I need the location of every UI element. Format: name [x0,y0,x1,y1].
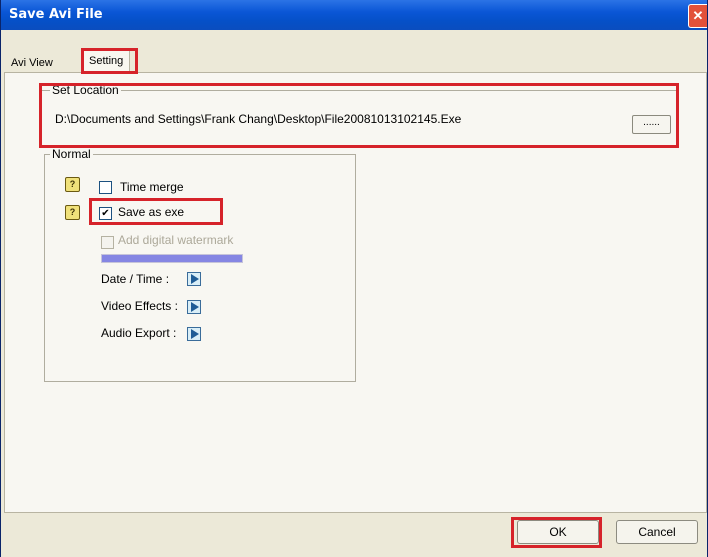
play-arrow-icon [191,329,199,339]
play-arrow-icon [191,274,199,284]
help-icon[interactable]: ? [65,177,80,192]
audio-export-expand-button[interactable] [187,327,201,341]
tab-avi-view[interactable]: Avi View [5,55,59,73]
time-merge-label: Time merge [120,180,184,194]
watermark-label: Add digital watermark [118,233,234,247]
tab-setting[interactable]: Setting [82,50,131,73]
set-location-label: Set Location [50,83,121,97]
play-arrow-icon [191,302,199,312]
save-as-exe-label: Save as exe [118,205,185,219]
cancel-button[interactable]: Cancel [616,520,698,544]
watermark-progress-bar [101,254,243,263]
title-bar[interactable]: Save Avi File ✕ [1,0,707,30]
close-button[interactable]: ✕ [688,4,707,28]
ok-button[interactable]: OK [517,520,599,544]
save-as-exe-checkbox[interactable]: ✔ [99,207,112,220]
video-effects-expand-button[interactable] [187,300,201,314]
save-path-text: D:\Documents and Settings\Frank Chang\De… [55,112,462,126]
audio-export-label: Audio Export : [101,326,177,340]
normal-group [44,154,356,382]
progress-fill [102,255,242,262]
date-time-label: Date / Time : [101,272,170,286]
date-time-expand-button[interactable] [187,272,201,286]
check-icon: ✔ [101,208,110,219]
save-avi-dialog: Save Avi File ✕ Avi View Setting Set Loc… [0,0,708,557]
video-effects-label: Video Effects : [101,299,178,313]
close-icon: ✕ [692,8,704,23]
normal-group-label: Normal [50,147,93,161]
browse-button[interactable]: ...... [632,115,671,134]
help-icon[interactable]: ? [65,205,80,220]
window-title: Save Avi File [9,7,103,22]
time-merge-checkbox[interactable] [99,181,112,194]
watermark-checkbox[interactable] [101,236,114,249]
